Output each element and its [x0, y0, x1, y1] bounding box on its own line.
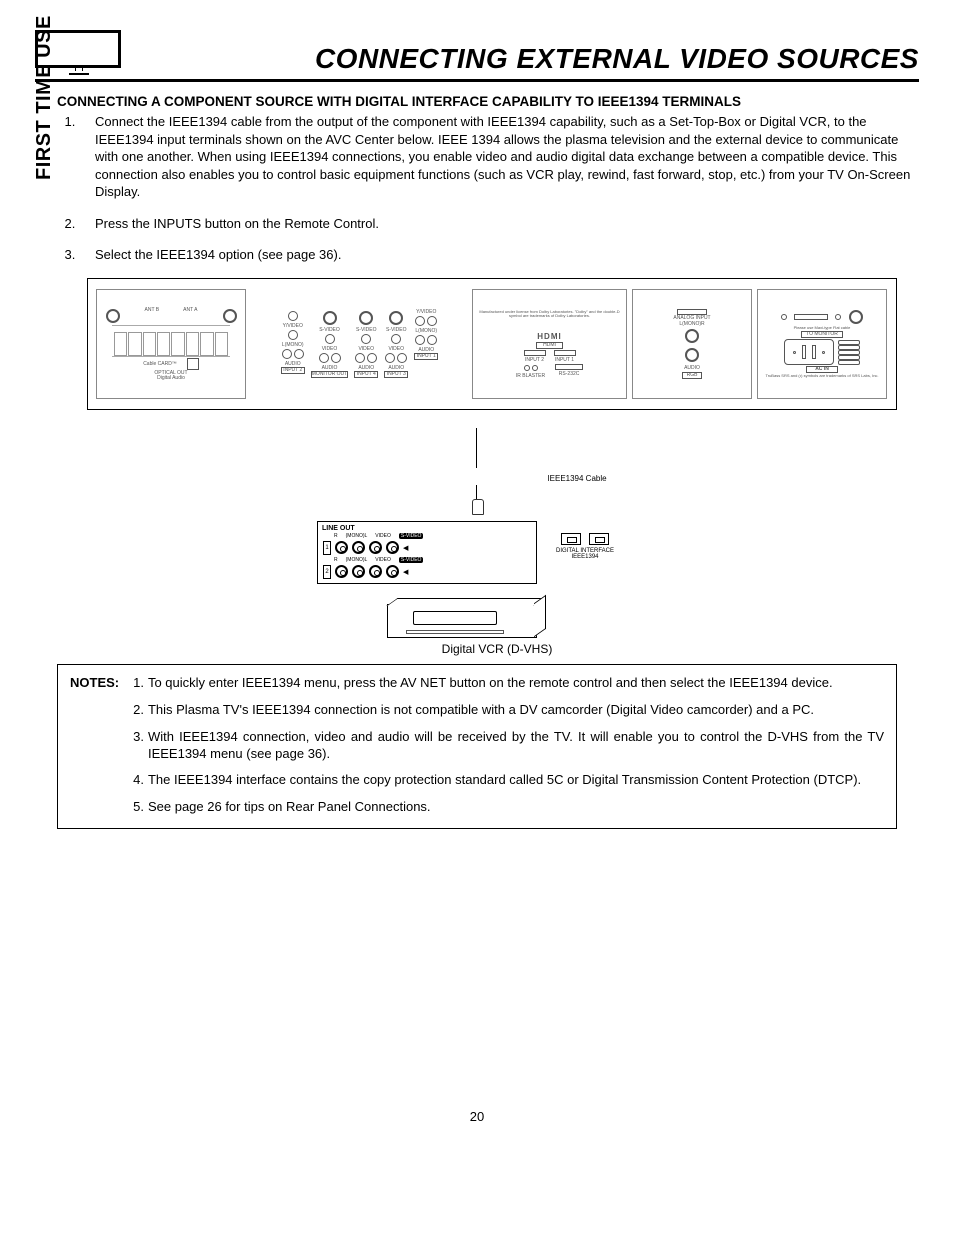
steps-list: Connect the IEEE1394 cable from the outp… — [57, 113, 919, 264]
note-2: 2.This Plasma TV's IEEE1394 connection i… — [133, 702, 884, 719]
rear-panel-diagram: ANT B ANT A Cable CARD™ OPTICAL OUTDigit… — [87, 278, 897, 410]
step-1: Connect the IEEE1394 cable from the outp… — [79, 113, 919, 201]
vcr-caption: Digital VCR (D-VHS) — [307, 642, 687, 656]
note-5: 5.See page 26 for tips on Rear Panel Con… — [133, 799, 884, 816]
ieee1394-connector-icon — [472, 499, 484, 515]
note-4: 4.The IEEE1394 interface contains the co… — [133, 772, 884, 789]
section-title: CONNECTING A COMPONENT SOURCE WITH DIGIT… — [57, 94, 919, 109]
cable-label: IEEE1394 Cable — [467, 474, 687, 483]
note-1: 1.To quickly enter IEEE1394 menu, press … — [133, 675, 884, 692]
lineout-panel: LINE OUT R (MONO)L VIDEO S-VIDEO 1 ◀ R (… — [317, 521, 537, 584]
step-2: Press the INPUTS button on the Remote Co… — [79, 215, 919, 233]
note-3: 3.With IEEE1394 connection, video and au… — [133, 729, 884, 763]
title-rule — [35, 79, 919, 82]
digital-interface-ports: DIGITAL INTERFACE IEEE1394 — [542, 532, 628, 560]
page-title: CONNECTING EXTERNAL VIDEO SOURCES — [315, 43, 919, 75]
tv-icon — [35, 30, 125, 75]
notes-label: NOTES: — [70, 675, 119, 816]
notes-box: NOTES: 1.To quickly enter IEEE1394 menu,… — [57, 664, 897, 829]
page-number: 20 — [35, 1109, 919, 1124]
vcr-illustration — [387, 604, 537, 638]
step-3: Select the IEEE1394 option (see page 36)… — [79, 246, 919, 264]
cable-diagram: IEEE1394 Cable LINE OUT R (MONO)L VIDEO … — [267, 428, 687, 656]
